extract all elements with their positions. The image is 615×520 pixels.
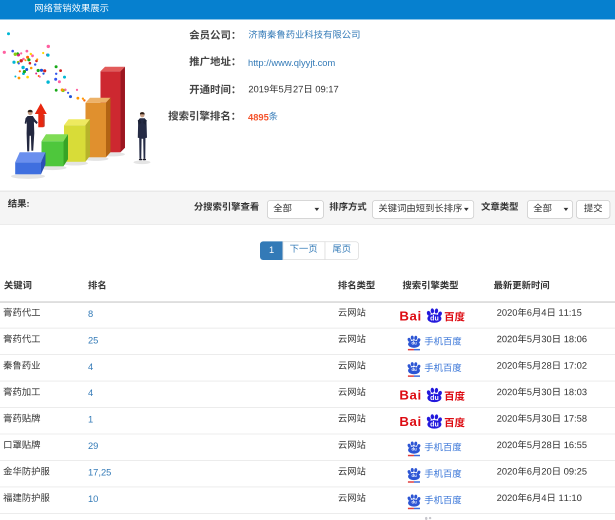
svg-text:Bai: Bai [400, 308, 422, 323]
svg-text:du: du [411, 367, 417, 372]
svg-text:du: du [411, 499, 417, 504]
svg-text:Bai: Bai [400, 388, 422, 403]
svg-text:Bai: Bai [400, 414, 422, 429]
svg-text:du: du [411, 340, 417, 345]
svg-text:du: du [411, 473, 417, 478]
svg-text:du: du [411, 446, 417, 451]
svg-text:du: du [430, 316, 439, 323]
svg-text:du: du [430, 395, 439, 402]
svg-text:du: du [430, 422, 439, 429]
